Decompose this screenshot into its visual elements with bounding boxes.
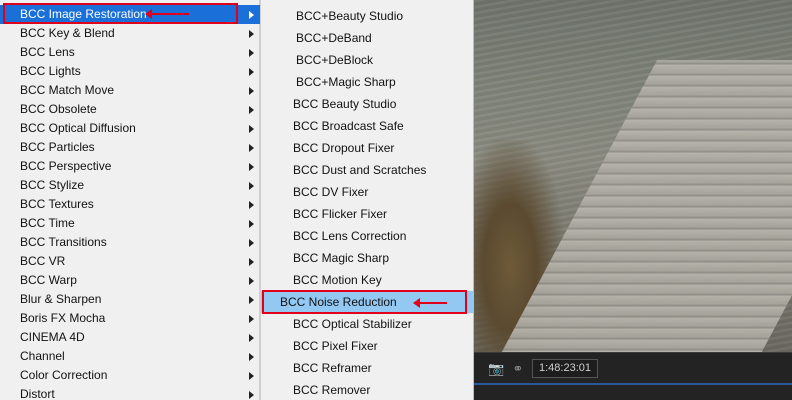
effects-menu: BCC Image Restoration BCC Key & Blend BC…	[0, 0, 260, 400]
submenu-arrow-icon	[249, 106, 254, 114]
submenu-item-bcc-motion-key[interactable]: BCC Motion Key	[261, 269, 473, 291]
submenu-arrow-icon	[249, 68, 254, 76]
submenu-arrow-icon	[249, 30, 254, 38]
submenu-arrow-icon	[249, 239, 254, 247]
submenu-item-bcc-plus-beauty-studio[interactable]: BCC+Beauty Studio	[261, 5, 473, 27]
menu-item-blur-sharpen[interactable]: Blur & Sharpen	[0, 290, 260, 309]
menu-item-label: BCC Match Move	[20, 83, 115, 97]
menu-item-label: BCC Optical Diffusion	[20, 121, 136, 135]
menu-item-label: BCC Perspective	[20, 159, 112, 173]
menu-item-bcc-match-move[interactable]: BCC Match Move	[0, 81, 260, 100]
submenu-arrow-icon	[249, 258, 254, 266]
submenu-arrow-icon	[249, 144, 254, 152]
submenu-arrow-icon	[249, 334, 254, 342]
menu-item-label: Distort	[20, 387, 55, 400]
menu-item-bcc-optical-diffusion[interactable]: BCC Optical Diffusion	[0, 119, 260, 138]
submenu-arrow-icon	[249, 391, 254, 399]
submenu-arrow-icon	[249, 125, 254, 133]
menu-item-label: BCC Lights	[20, 64, 81, 78]
camera-icon[interactable]: 📷	[488, 362, 504, 376]
annotation-arrow-icon	[413, 298, 447, 308]
annotation-arrow-icon	[145, 9, 189, 19]
timecode-display[interactable]: 1:48:23:01	[532, 359, 598, 378]
submenu-item-bcc-reframer[interactable]: BCC Reframer	[261, 357, 473, 379]
submenu-item-bcc-plus-deband[interactable]: BCC+DeBand	[261, 27, 473, 49]
annotation-box-image-restoration	[3, 3, 238, 24]
playhead-line	[474, 383, 792, 385]
menu-item-bcc-time[interactable]: BCC Time	[0, 214, 260, 233]
menu-item-label: BCC VR	[20, 254, 66, 268]
link-icon[interactable]: ⚭	[510, 362, 526, 376]
menu-item-label: Color Correction	[20, 368, 108, 382]
submenu-arrow-icon	[249, 11, 254, 19]
menu-item-channel[interactable]: Channel	[0, 347, 260, 366]
image-restoration-submenu: BCC+Beauty Studio BCC+DeBand BCC+DeBlock…	[260, 0, 474, 400]
menu-item-bcc-warp[interactable]: BCC Warp	[0, 271, 260, 290]
menu-item-label: CINEMA 4D	[20, 330, 85, 344]
submenu-item-bcc-pixel-fixer[interactable]: BCC Pixel Fixer	[261, 335, 473, 357]
menu-item-label: BCC Particles	[20, 140, 95, 154]
menu-item-bcc-key-blend[interactable]: BCC Key & Blend	[0, 24, 260, 43]
menu-item-distort[interactable]: Distort	[0, 385, 260, 400]
menu-item-label: BCC Textures	[20, 197, 94, 211]
menu-item-label: Blur & Sharpen	[20, 292, 102, 306]
submenu-item-bcc-dv-fixer[interactable]: BCC DV Fixer	[261, 181, 473, 203]
submenu-arrow-icon	[249, 296, 254, 304]
submenu-item-bcc-flicker-fixer[interactable]: BCC Flicker Fixer	[261, 203, 473, 225]
menu-item-label: BCC Transitions	[20, 235, 107, 249]
menu-item-label: BCC Warp	[20, 273, 77, 287]
submenu-arrow-icon	[249, 372, 254, 380]
menu-item-bcc-lights[interactable]: BCC Lights	[0, 62, 260, 81]
submenu-arrow-icon	[249, 87, 254, 95]
menu-item-label: BCC Key & Blend	[20, 26, 115, 40]
submenu-item-bcc-remover[interactable]: BCC Remover	[261, 379, 473, 400]
video-preview	[474, 0, 792, 352]
submenu-item-bcc-lens-correction[interactable]: BCC Lens Correction	[261, 225, 473, 247]
submenu-item-bcc-plus-deblock[interactable]: BCC+DeBlock	[261, 49, 473, 71]
submenu-item-bcc-broadcast-safe[interactable]: BCC Broadcast Safe	[261, 115, 473, 137]
submenu-item-bcc-optical-stabilizer[interactable]: BCC Optical Stabilizer	[261, 313, 473, 335]
submenu-arrow-icon	[249, 182, 254, 190]
menu-item-label: BCC Lens	[20, 45, 75, 59]
menu-item-bcc-obsolete[interactable]: BCC Obsolete	[0, 100, 260, 119]
submenu-item-bcc-dropout-fixer[interactable]: BCC Dropout Fixer	[261, 137, 473, 159]
menu-item-color-correction[interactable]: Color Correction	[0, 366, 260, 385]
submenu-item-bcc-beauty-studio[interactable]: BCC Beauty Studio	[261, 93, 473, 115]
submenu-arrow-icon	[249, 201, 254, 209]
menu-item-cinema-4d[interactable]: CINEMA 4D	[0, 328, 260, 347]
timeline-bar: 📷 ⚭ 1:48:23:01	[474, 352, 792, 400]
submenu-arrow-icon	[249, 49, 254, 57]
submenu-item-bcc-magic-sharp[interactable]: BCC Magic Sharp	[261, 247, 473, 269]
menu-item-bcc-transitions[interactable]: BCC Transitions	[0, 233, 260, 252]
submenu-item-bcc-dust-and-scratches[interactable]: BCC Dust and Scratches	[261, 159, 473, 181]
submenu-arrow-icon	[249, 220, 254, 228]
menu-item-bcc-vr[interactable]: BCC VR	[0, 252, 260, 271]
menu-item-label: Channel	[20, 349, 65, 363]
menu-item-bcc-stylize[interactable]: BCC Stylize	[0, 176, 260, 195]
submenu-arrow-icon	[249, 163, 254, 171]
menu-item-label: BCC Obsolete	[20, 102, 97, 116]
submenu-arrow-icon	[249, 353, 254, 361]
submenu-arrow-icon	[249, 315, 254, 323]
menu-item-bcc-textures[interactable]: BCC Textures	[0, 195, 260, 214]
submenu-arrow-icon	[249, 277, 254, 285]
menu-item-label: Boris FX Mocha	[20, 311, 106, 325]
menu-item-boris-fx-mocha[interactable]: Boris FX Mocha	[0, 309, 260, 328]
menu-item-bcc-lens[interactable]: BCC Lens	[0, 43, 260, 62]
menu-item-label: BCC Time	[20, 216, 75, 230]
menu-item-bcc-particles[interactable]: BCC Particles	[0, 138, 260, 157]
menu-item-label: BCC Stylize	[20, 178, 85, 192]
submenu-item-bcc-plus-magic-sharp[interactable]: BCC+Magic Sharp	[261, 71, 473, 93]
menu-item-bcc-perspective[interactable]: BCC Perspective	[0, 157, 260, 176]
